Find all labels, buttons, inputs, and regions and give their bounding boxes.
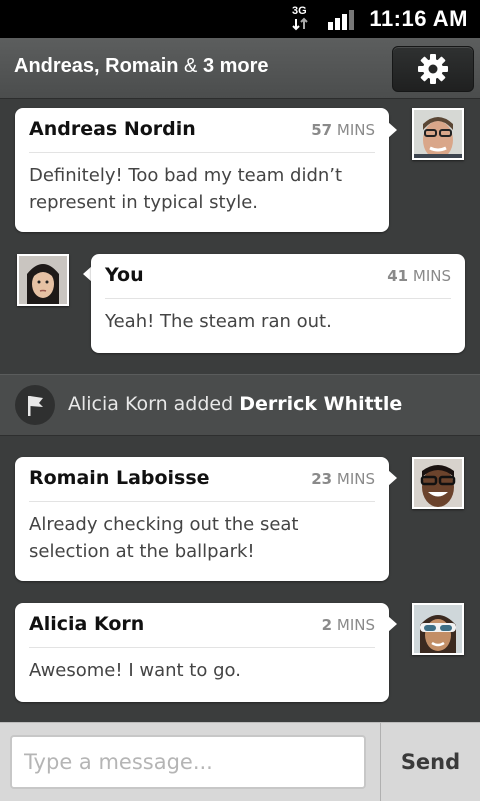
message-time-value: 41 [387,267,409,285]
title-names: Andreas, Romain [14,55,179,77]
message-input[interactable] [10,735,366,789]
message-text: Already checking out the seat selection … [29,514,299,562]
message-time: 57 MINS [311,121,375,139]
bubble-tail [388,122,397,138]
system-event: Alicia Korn added Derrick Whittle [0,374,480,436]
conversation-header: Andreas, Romain & 3 more [0,38,480,99]
event-text: Alicia Korn added Derrick Whittle [68,393,402,415]
message-sender: Romain Laboisse [29,467,210,489]
title-more[interactable]: 3 more [203,55,269,77]
gear-icon [418,54,448,84]
send-button[interactable]: Send [381,723,480,801]
message-divider [29,152,375,153]
message-time-value: 23 [311,470,333,488]
flag-icon [15,385,55,425]
settings-button[interactable] [392,46,474,92]
message-bubble[interactable]: Alicia Korn 2 MINS Awesome! I want to go… [15,603,389,702]
message-bubble[interactable]: Romain Laboisse 23 MINS Already checking… [15,457,389,581]
message-divider [105,298,451,299]
message-time-unit: MINS [336,470,375,488]
message-time-value: 57 [311,121,333,139]
message-text: Definitely! Too bad my team didn’t repre… [29,165,343,213]
message-time: 41 MINS [387,267,451,285]
message-time: 2 MINS [322,616,375,634]
message-sender: Alicia Korn [29,613,145,635]
title-amp: & [184,55,198,77]
message-time: 23 MINS [311,470,375,488]
avatar[interactable] [412,457,464,509]
signal-icon [328,10,354,30]
message-composer: Send [0,722,480,801]
message-divider [29,501,375,502]
message-divider [29,647,375,648]
message-bubble[interactable]: You 41 MINS Yeah! The steam ran out. [91,254,465,353]
bubble-tail [388,470,397,486]
avatar[interactable] [17,254,69,306]
conversation-title: Andreas, Romain & 3 more [14,55,269,78]
avatar[interactable] [412,603,464,655]
message-bubble[interactable]: Andreas Nordin 57 MINS Definitely! Too b… [15,108,389,232]
bubble-tail [388,616,397,632]
message-text: Awesome! I want to go. [29,660,241,681]
event-target[interactable]: Derrick Whittle [239,393,402,415]
message-time-unit: MINS [336,121,375,139]
event-actor: Alicia Korn added [68,393,234,415]
avatar[interactable] [412,108,464,160]
message-time-unit: MINS [336,616,375,634]
message-time-unit: MINS [412,267,451,285]
clock: 11:16 AM [369,6,468,31]
status-bar: 3G 11:16 AM [0,0,480,38]
message-text: Yeah! The steam ran out. [105,311,332,332]
message-time-value: 2 [321,616,333,634]
3g-data-icon: 3G [290,5,314,31]
message-sender: Andreas Nordin [29,118,196,140]
message-sender: You [105,264,144,286]
